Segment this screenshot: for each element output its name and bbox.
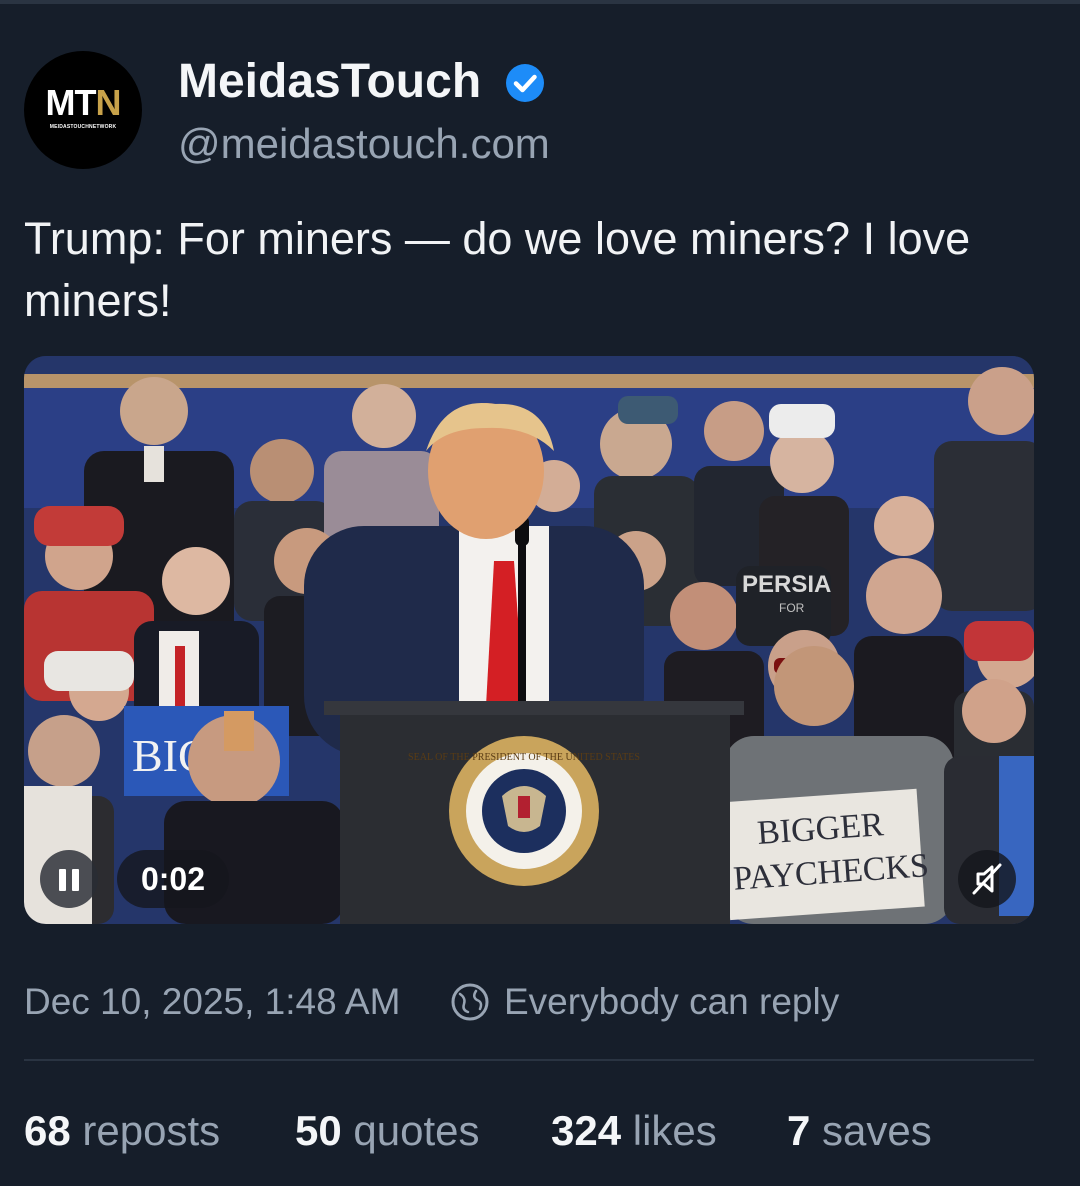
post-timestamp[interactable]: Dec 10, 2025, 1:48 AM — [24, 976, 400, 1028]
avatar[interactable]: MTN MEIDASTOUCHNETWORK — [24, 51, 142, 169]
shirt-text: PERSIA — [742, 571, 831, 598]
video-frame: BIGG PERSIA FOR BIGGER PAYCHECKS SEAL OF… — [24, 356, 1034, 924]
globe-icon — [451, 983, 489, 1021]
likes-stat[interactable]: 324 likes — [551, 1104, 717, 1158]
post-text: Trump: For miners — do we love miners? I… — [24, 213, 971, 326]
reposts-label: reposts — [82, 1107, 221, 1154]
reposts-count: 68 — [24, 1107, 71, 1154]
speaker-muted-icon — [972, 863, 1002, 895]
avatar-logo: MTN — [45, 82, 122, 123]
verified-check-icon — [506, 64, 544, 102]
quotes-label: quotes — [353, 1107, 480, 1154]
reposts-stat[interactable]: 68 reposts — [24, 1104, 220, 1158]
shirt-subtext: FOR — [779, 601, 805, 615]
pause-button[interactable] — [40, 850, 98, 908]
saves-count: 7 — [787, 1107, 811, 1154]
likes-count: 324 — [551, 1107, 622, 1154]
saves-stat[interactable]: 7 saves — [787, 1104, 932, 1158]
seal-text: SEAL OF THE PRESIDENT OF THE UNITED STAT… — [408, 752, 640, 763]
quotes-count: 50 — [295, 1107, 342, 1154]
video-elapsed-time: 0:02 — [117, 850, 229, 908]
quotes-stat[interactable]: 50 quotes — [295, 1104, 480, 1158]
author-handle[interactable]: @meidastouch.com — [178, 118, 550, 170]
author-display-name[interactable]: MeidasTouch — [178, 54, 481, 110]
reply-setting[interactable]: Everybody can reply — [504, 976, 839, 1028]
mute-toggle-button[interactable] — [958, 850, 1016, 908]
saves-label: saves — [822, 1107, 932, 1154]
video-player[interactable]: BIGG PERSIA FOR BIGGER PAYCHECKS SEAL OF… — [24, 356, 1034, 924]
avatar-logo-subtext: MEIDASTOUCHNETWORK — [49, 124, 117, 130]
post-card: MTN MEIDASTOUCHNETWORK MeidasTouch @meid… — [0, 0, 1080, 1186]
likes-label: likes — [632, 1107, 717, 1154]
stats-divider — [24, 1059, 1034, 1061]
